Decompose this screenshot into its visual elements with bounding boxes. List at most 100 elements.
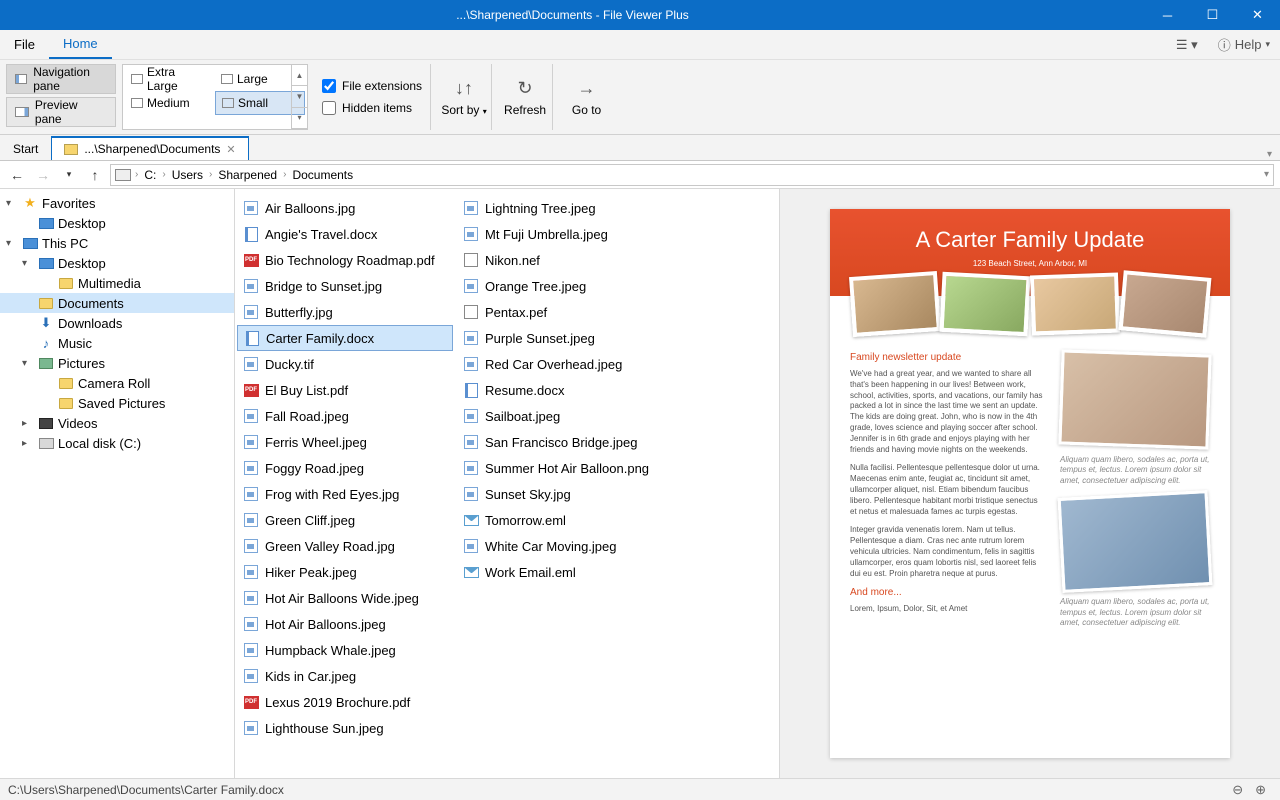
file-item[interactable]: Hot Air Balloons.jpeg [237,611,453,637]
file-list[interactable]: Air Balloons.jpg Angie's Travel.docxPDFBi… [235,189,780,778]
file-item[interactable]: Hiker Peak.jpeg [237,559,453,585]
view-options[interactable]: Extra Large Large Medium Small ▲▼▾ [122,64,308,130]
hidden-items-checkbox[interactable]: Hidden items [322,101,422,115]
file-item[interactable]: Kids in Car.jpeg [237,663,453,689]
file-item[interactable]: Lighthouse Sun.jpeg [237,715,453,741]
tab-start[interactable]: Start [0,137,51,160]
file-item[interactable]: Green Valley Road.jpg [237,533,453,559]
tab-overflow-icon[interactable]: ▾ [1259,149,1280,160]
tree-local-disk[interactable]: ▸Local disk (C:) [0,433,234,453]
file-item[interactable]: Frog with Red Eyes.jpg [237,481,453,507]
file-icon [463,356,479,372]
file-item[interactable]: Work Email.eml [457,559,673,585]
file-icon [243,538,259,554]
file-item[interactable]: Red Car Overhead.jpeg [457,351,673,377]
file-item[interactable]: White Car Moving.jpeg [457,533,673,559]
file-name: Mt Fuji Umbrella.jpeg [485,227,608,242]
navigation-pane-button[interactable]: Navigation pane [6,64,116,94]
tree-multimedia[interactable]: Multimedia [0,273,234,293]
help-button[interactable]: ⓘHelp▾ [1208,35,1280,54]
file-item[interactable]: Pentax.pef [457,299,673,325]
preview-pane-button[interactable]: Preview pane [6,97,116,127]
zoom-out-icon[interactable]: ⊖ [1226,782,1249,798]
tree-this-pc[interactable]: ▾This PC [0,233,234,253]
file-icon [463,304,479,320]
file-item[interactable]: PDFLexus 2019 Brochure.pdf [237,689,453,715]
crumb-documents[interactable]: Documents [288,168,357,182]
file-item[interactable]: Orange Tree.jpeg [457,273,673,299]
view-spin-up[interactable]: ▲ [292,65,307,86]
file-item[interactable]: Green Cliff.jpeg [237,507,453,533]
file-name: Ducky.tif [265,357,314,372]
view-spin-more[interactable]: ▾ [292,108,307,129]
tree-desktop[interactable]: ▾Desktop [0,253,234,273]
file-item[interactable]: Purple Sunset.jpeg [457,325,673,351]
file-item[interactable]: Fall Road.jpeg [237,403,453,429]
close-button[interactable]: ✕ [1235,0,1280,30]
file-item[interactable]: Ferris Wheel.jpeg [237,429,453,455]
file-name: Air Balloons.jpg [265,201,355,216]
settings-icon[interactable]: ☰ ▾ [1166,37,1208,53]
breadcrumb-dropdown-icon[interactable]: ▾ [1264,169,1269,180]
view-spin-down[interactable]: ▼ [292,86,307,107]
crumb-users[interactable]: Users [168,168,207,182]
file-item[interactable]: Humpback Whale.jpeg [237,637,453,663]
title-bar: ...\Sharpened\Documents - File Viewer Pl… [0,0,1280,30]
file-item[interactable]: Nikon.nef [457,247,673,273]
go-to-button[interactable]: →Go to [559,64,614,130]
navigation-tree[interactable]: ▾★Favorites Desktop ▾This PC ▾Desktop Mu… [0,189,235,778]
file-item[interactable]: Tomorrow.eml [457,507,673,533]
view-medium[interactable]: Medium [125,91,215,115]
file-item[interactable]: PDFBio Technology Roadmap.pdf [237,247,453,273]
nav-up-button[interactable]: ↑ [84,164,106,186]
minimize-button[interactable]: ─ [1145,0,1190,30]
file-item[interactable]: Foggy Road.jpeg [237,455,453,481]
file-item[interactable]: Butterfly.jpg [237,299,453,325]
tree-downloads[interactable]: ⬇Downloads [0,313,234,333]
crumb-c[interactable]: C: [140,168,160,182]
nav-history-icon[interactable]: ▾ [58,164,80,186]
file-item[interactable]: Angie's Travel.docx [237,221,453,247]
tab-documents[interactable]: ...\Sharpened\Documents✕ [51,136,248,160]
tree-desktop-fav[interactable]: Desktop [0,213,234,233]
menu-file[interactable]: File [0,30,49,59]
file-item[interactable]: San Francisco Bridge.jpeg [457,429,673,455]
file-item[interactable]: PDFEl Buy List.pdf [237,377,453,403]
nav-forward-button[interactable]: → [32,164,54,186]
tree-camera-roll[interactable]: Camera Roll [0,373,234,393]
menu-home[interactable]: Home [49,30,112,59]
file-item[interactable]: Hot Air Balloons Wide.jpeg [237,585,453,611]
refresh-button[interactable]: ↻Refresh [498,64,553,130]
file-item[interactable]: Resume.docx [457,377,673,403]
file-item[interactable]: Air Balloons.jpg [237,195,453,221]
file-item[interactable]: Carter Family.docx [237,325,453,351]
breadcrumb[interactable]: › C:› Users› Sharpened› Documents ▾ [110,164,1274,186]
pane-icon [15,107,29,117]
sort-by-button[interactable]: ↓↑Sort by ▾ [437,64,492,130]
file-icon [243,304,259,320]
status-bar: C:\Users\Sharpened\Documents\Carter Fami… [0,778,1280,800]
file-item[interactable]: Sunset Sky.jpg [457,481,673,507]
tree-videos[interactable]: ▸Videos [0,413,234,433]
tree-favorites[interactable]: ▾★Favorites [0,193,234,213]
file-item[interactable]: Lightning Tree.jpeg [457,195,673,221]
crumb-sharpened[interactable]: Sharpened [214,168,281,182]
file-icon [243,564,259,580]
tree-documents[interactable]: Documents [0,293,234,313]
nav-back-button[interactable]: ← [6,164,28,186]
file-item[interactable]: Summer Hot Air Balloon.png [457,455,673,481]
zoom-in-icon[interactable]: ⊕ [1249,782,1272,798]
tree-pictures[interactable]: ▾Pictures [0,353,234,373]
view-extra-large[interactable]: Extra Large [125,67,215,91]
maximize-button[interactable]: ☐ [1190,0,1235,30]
tree-saved-pictures[interactable]: Saved Pictures [0,393,234,413]
window-title: ...\Sharpened\Documents - File Viewer Pl… [0,8,1145,22]
tree-music[interactable]: ♪Music [0,333,234,353]
file-item[interactable]: Mt Fuji Umbrella.jpeg [457,221,673,247]
tab-close-icon[interactable]: ✕ [226,143,235,156]
file-item[interactable]: Ducky.tif [237,351,453,377]
file-extensions-checkbox[interactable]: File extensions [322,79,422,93]
file-name: Hot Air Balloons.jpeg [265,617,386,632]
file-item[interactable]: Bridge to Sunset.jpg [237,273,453,299]
file-item[interactable]: Sailboat.jpeg [457,403,673,429]
